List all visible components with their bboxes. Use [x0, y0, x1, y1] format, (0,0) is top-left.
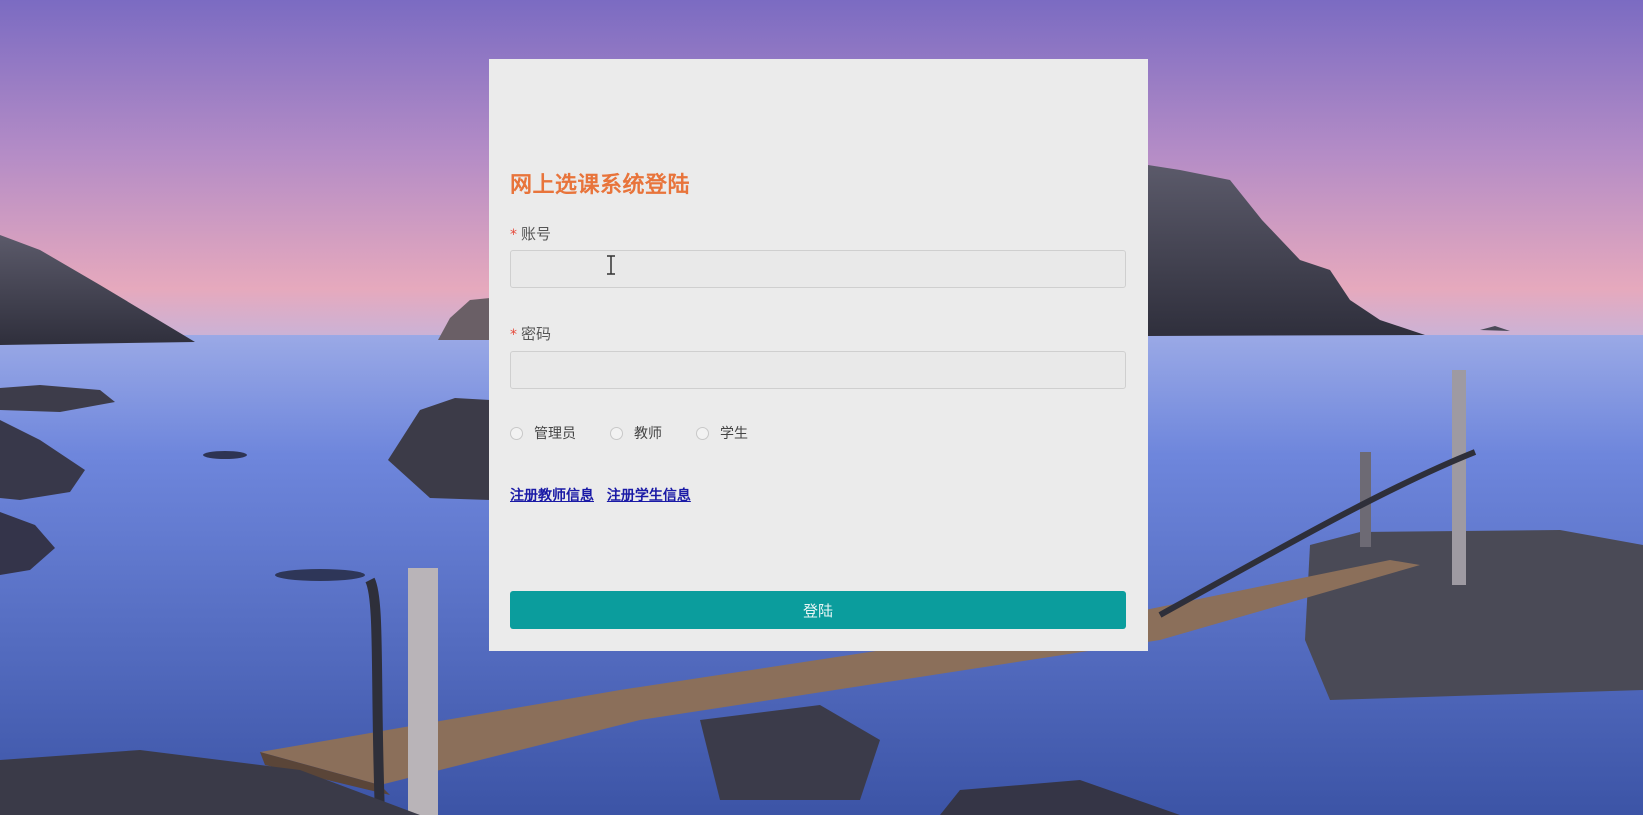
required-marker: *	[510, 227, 517, 243]
page-title: 网上选课系统登陆	[510, 173, 691, 198]
account-input[interactable]	[510, 250, 1126, 288]
account-label: 账号	[521, 225, 552, 243]
background-scene: 网上选课系统登陆 * 账号 * 密码 管理员 教师 学生 注册教师信息 注册学生…	[0, 0, 1643, 815]
password-input[interactable]	[510, 351, 1126, 389]
radio-circle-icon[interactable]	[510, 426, 523, 440]
account-label-row: * 账号	[510, 223, 551, 244]
role-label-student: 学生	[720, 426, 748, 442]
role-radio-student[interactable]: 学生	[696, 423, 748, 443]
radio-circle-icon[interactable]	[610, 426, 623, 440]
role-label-admin: 管理员	[534, 426, 576, 442]
register-teacher-link[interactable]: 注册教师信息	[510, 488, 594, 504]
role-radio-group: 管理员 教师 学生	[510, 423, 782, 443]
register-links: 注册教师信息 注册学生信息	[510, 485, 699, 505]
radio-circle-icon[interactable]	[696, 426, 709, 440]
text-cursor-icon	[607, 255, 615, 275]
role-radio-teacher[interactable]: 教师	[610, 423, 662, 443]
login-button[interactable]: 登陆	[510, 591, 1126, 629]
login-card: 网上选课系统登陆 * 账号 * 密码 管理员 教师 学生 注册教师信息 注册学生…	[489, 59, 1148, 651]
password-label-row: * 密码	[510, 323, 551, 344]
role-label-teacher: 教师	[634, 426, 662, 442]
required-marker: *	[510, 327, 517, 343]
register-student-link[interactable]: 注册学生信息	[607, 488, 691, 504]
role-radio-admin[interactable]: 管理员	[510, 423, 576, 443]
password-label: 密码	[521, 325, 552, 343]
